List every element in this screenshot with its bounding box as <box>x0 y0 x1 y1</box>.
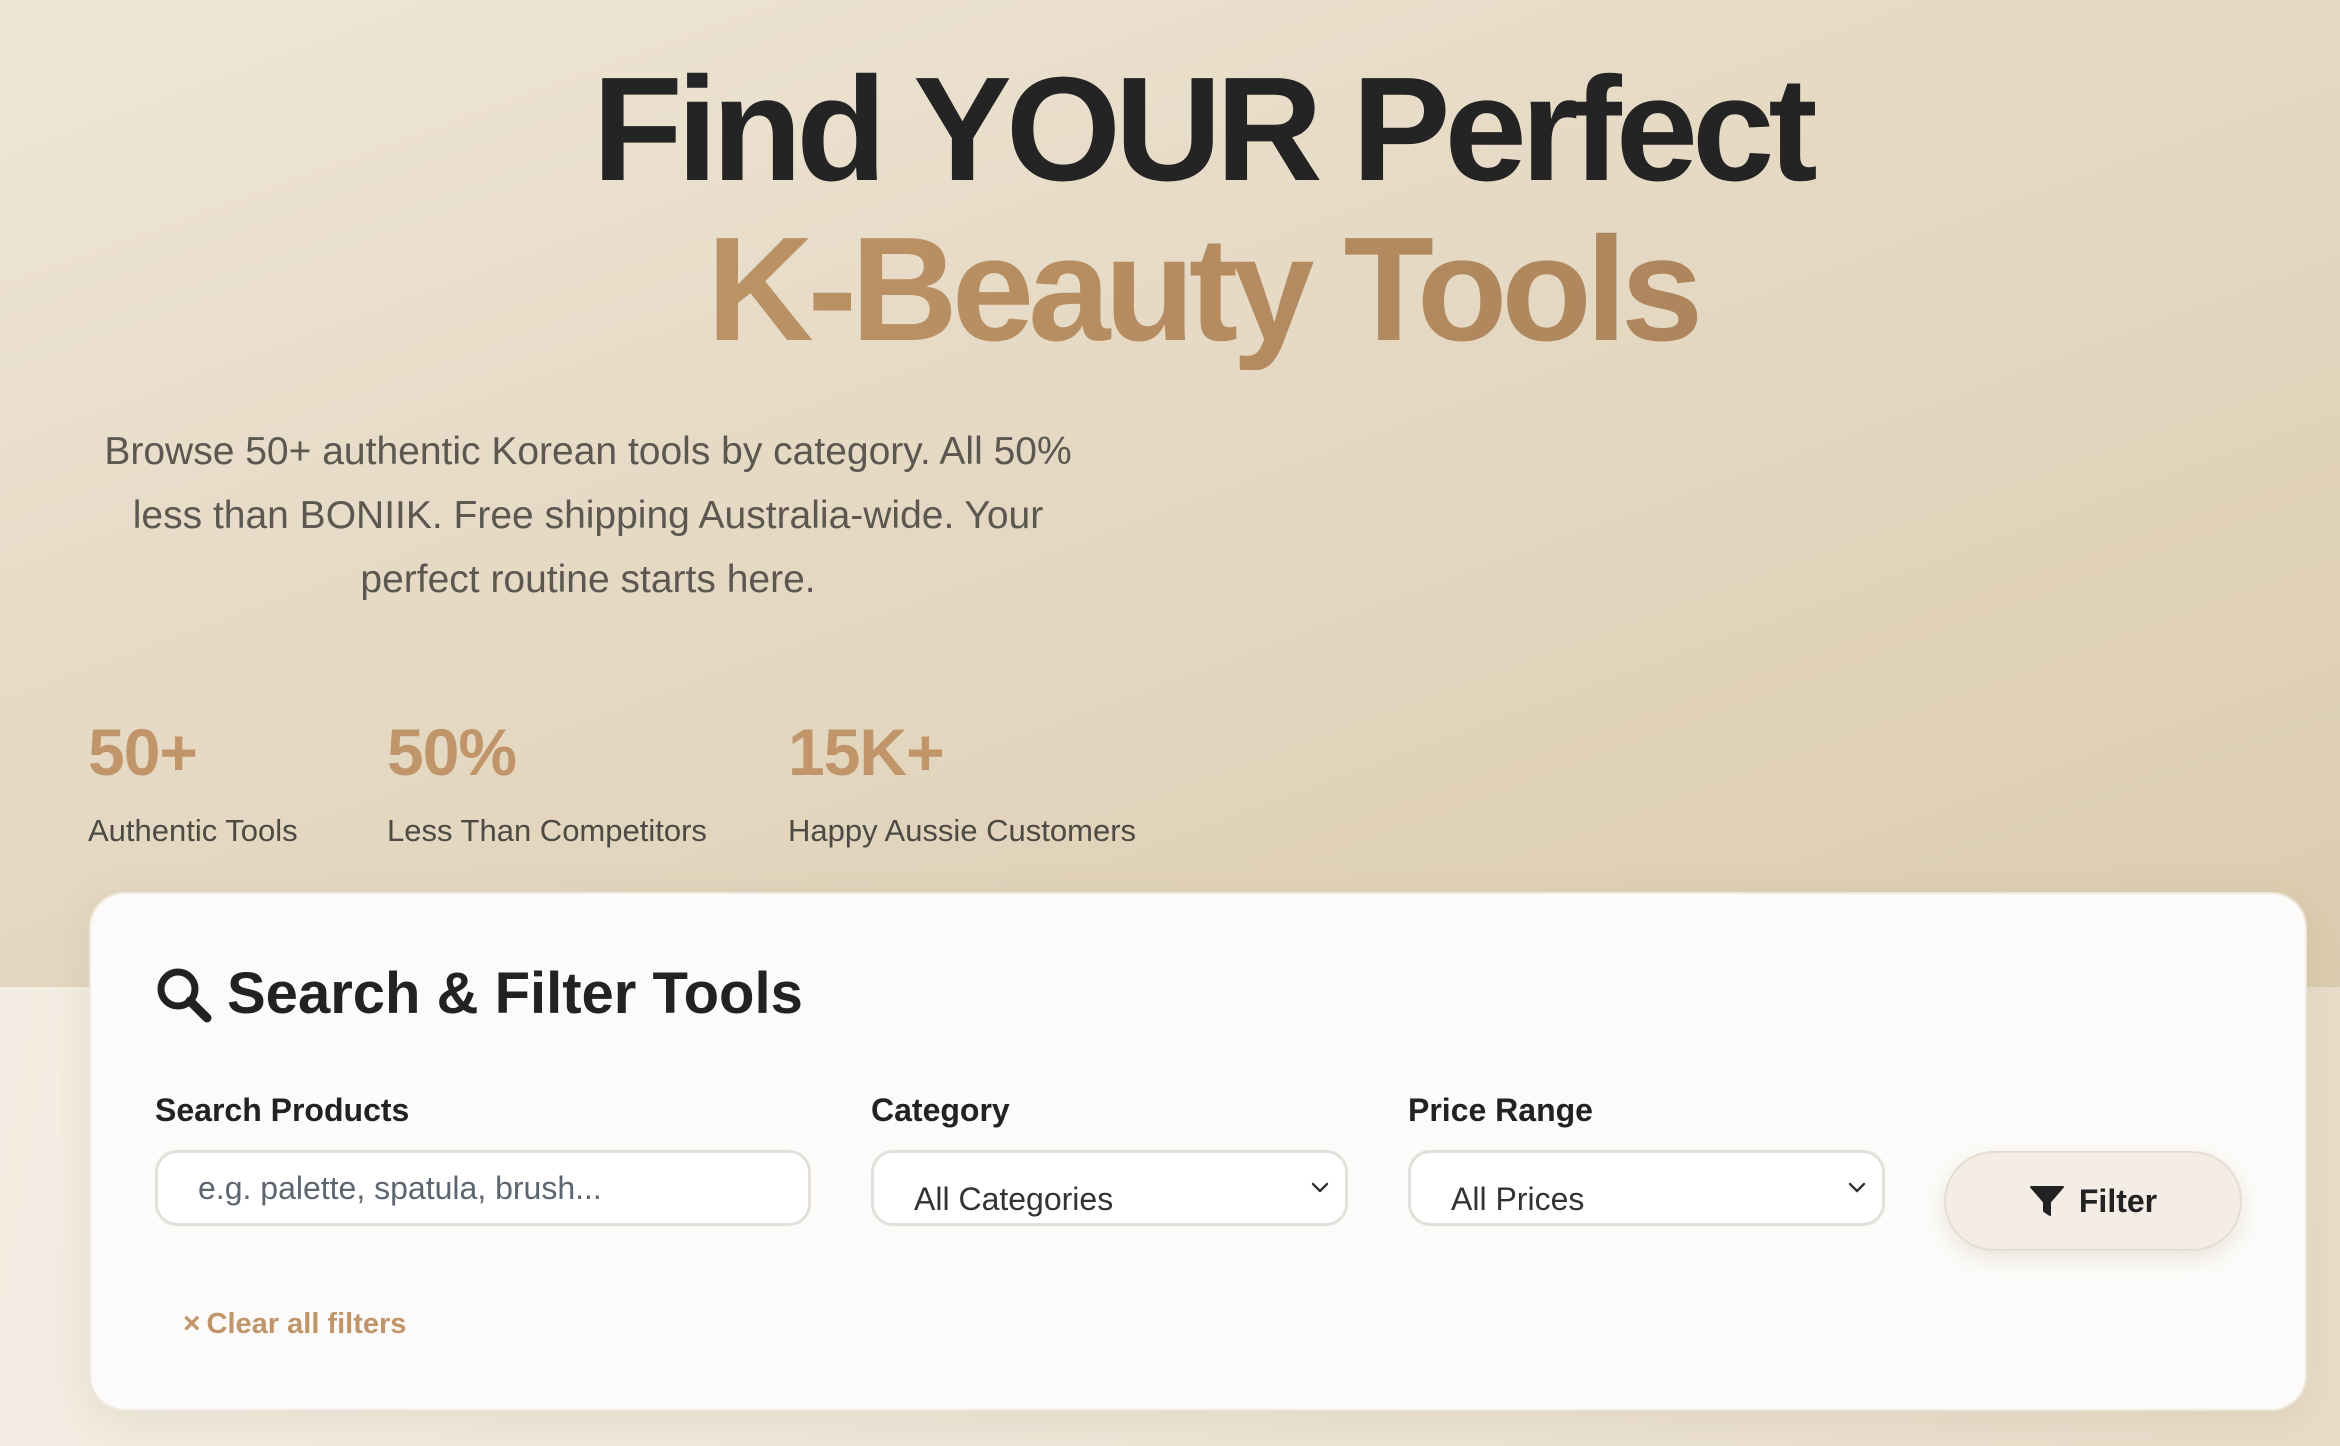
stat-label: Happy Aussie Customers <box>788 813 1137 848</box>
panel-title-text: Search & Filter Tools <box>227 961 803 1026</box>
hero-title-line1: Find YOUR Perfect <box>592 47 1817 212</box>
close-icon: × <box>183 1307 201 1340</box>
clear-filters-label: Clear all filters <box>206 1308 407 1340</box>
stat-less-than-competitors: 50% Less Than Competitors <box>387 712 707 850</box>
filter-button-label: Filter <box>2078 1182 2158 1219</box>
hero-title: Find YOUR Perfect K-Beauty Tools <box>0 50 2340 370</box>
stat-happy-customers: 15K+ Happy Aussie Customers <box>788 712 1136 850</box>
category-label: Category <box>871 1092 1010 1128</box>
stat-label: Less Than Competitors <box>387 813 707 848</box>
search-input[interactable] <box>155 1150 811 1226</box>
price-range-select[interactable]: All Prices <box>1408 1150 1885 1226</box>
stat-value: 50+ <box>88 715 198 789</box>
category-selected-value: All Categories <box>914 1181 1114 1217</box>
category-select[interactable]: All Categories <box>871 1150 1348 1226</box>
panel-title: Search & Filter Tools <box>153 959 803 1029</box>
hero-title-highlight: K-Beauty Tools <box>0 210 2340 370</box>
price-range-selected-value: All Prices <box>1451 1181 1585 1217</box>
chevron-down-icon <box>1311 1182 1329 1193</box>
search-icon <box>157 968 212 1023</box>
stat-value: 50% <box>387 715 517 789</box>
price-range-label: Price Range <box>1408 1092 1593 1128</box>
clear-filters-link[interactable]: × Clear all filters <box>183 1306 406 1342</box>
hero-subtitle: Browse 50+ authentic Korean tools by cat… <box>104 430 1072 601</box>
search-products-field: Search Products <box>155 1090 811 1226</box>
price-range-field: Price Range All Prices <box>1408 1090 1885 1226</box>
category-field: Category All Categories <box>871 1090 1348 1226</box>
filter-button[interactable]: Filter <box>1944 1151 2242 1251</box>
stat-value: 15K+ <box>788 715 945 789</box>
funnel-icon <box>2029 1186 2064 1216</box>
search-products-label: Search Products <box>155 1092 410 1128</box>
stat-label: Authentic Tools <box>88 813 298 848</box>
stat-authentic-tools: 50+ Authentic Tools <box>88 712 298 850</box>
search-filter-panel: Search & Filter Tools Search Products Ca… <box>89 892 2307 1411</box>
chevron-down-icon <box>1848 1182 1866 1193</box>
